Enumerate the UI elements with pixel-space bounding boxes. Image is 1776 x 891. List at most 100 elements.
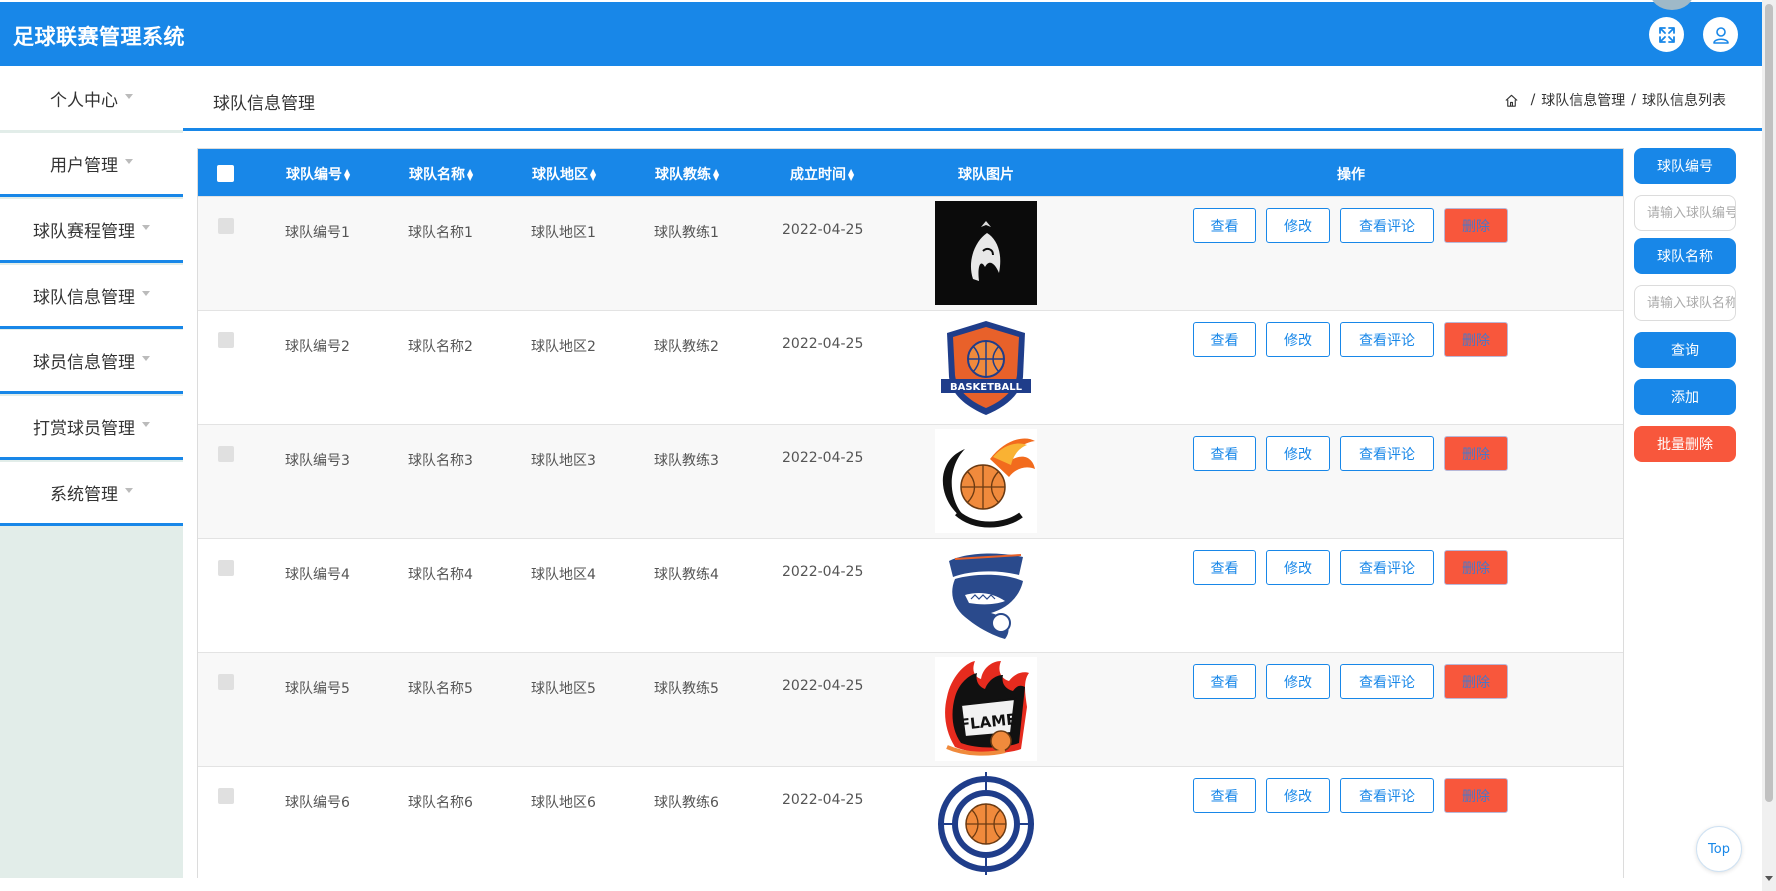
cell-team-region: 球队地区2 [531, 339, 596, 355]
header-decoration [1650, 0, 1694, 10]
team-logo-image [935, 771, 1037, 875]
sidebar-item-label: 球队赛程管理 [33, 222, 135, 242]
caret-down-icon [142, 225, 150, 230]
cell-team-region: 球队地区1 [531, 225, 596, 241]
table-row: 球队编号4 球队名称4 球队地区4 球队教练4 2022-04-25 查看 修改… [198, 538, 1623, 652]
sidebar-item-personal-center[interactable]: 个人中心 [0, 66, 183, 130]
edit-button[interactable]: 修改 [1266, 208, 1330, 243]
delete-button[interactable]: 删除 [1444, 550, 1508, 585]
cell-team-coach: 球队教练2 [654, 339, 719, 355]
sidebar-item-reward-management[interactable]: 打赏球员管理 [0, 396, 183, 460]
view-button[interactable]: 查看 [1193, 208, 1256, 243]
edit-button[interactable]: 修改 [1266, 322, 1330, 357]
cell-team-region: 球队地区6 [531, 795, 596, 811]
delete-button[interactable]: 删除 [1444, 208, 1508, 243]
cell-founded: 2022-04-25 [782, 564, 864, 580]
sidebar-item-team-info-management[interactable]: 球队信息管理 [0, 265, 183, 329]
row-checkbox[interactable] [218, 674, 234, 690]
batch-delete-button[interactable]: 批量删除 [1634, 426, 1736, 462]
sort-icon: ▲ ▼ [344, 167, 351, 182]
view-button[interactable]: 查看 [1193, 436, 1256, 471]
breadcrumb: / 球队信息管理 / 球队信息列表 [1504, 90, 1726, 110]
team-no-search-input[interactable] [1634, 195, 1736, 231]
cell-team-name: 球队名称1 [408, 225, 473, 241]
table-header: 球队编号 ▲ ▼ 球队名称 ▲ ▼ 球队地区 ▲ ▼ 球队教练 ▲ ▼ 成立时间 ▲ ▼ 球队图片 … [198, 149, 1623, 196]
cell-team-name: 球队名称6 [408, 795, 473, 811]
header-team-name[interactable]: 球队名称 ▲ ▼ [409, 164, 473, 184]
content-header: 球队信息管理 / 球队信息管理 / 球队信息列表 [183, 66, 1762, 131]
logo-text: BASKETBALL [950, 382, 1023, 393]
sidebar-item-system-management[interactable]: 系统管理 [0, 462, 183, 526]
edit-button[interactable]: 修改 [1266, 436, 1330, 471]
view-button[interactable]: 查看 [1193, 550, 1256, 585]
caret-down-icon [142, 356, 150, 361]
scrollbar-thumb[interactable] [1765, 4, 1773, 802]
sidebar-item-user-management[interactable]: 用户管理 [0, 133, 183, 197]
sort-icon: ▲ ▼ [713, 167, 720, 182]
user-avatar-button[interactable] [1703, 17, 1738, 52]
cell-team-name: 球队名称3 [408, 453, 473, 469]
caret-down-icon [125, 488, 133, 493]
header-team-no[interactable]: 球队编号 ▲ ▼ [286, 164, 350, 184]
cell-founded: 2022-04-25 [782, 678, 864, 694]
table-row: 球队编号5 球队名称5 球队地区5 球队教练5 2022-04-25 FLAME… [198, 652, 1623, 766]
breadcrumb-item: 球队信息列表 [1642, 93, 1726, 109]
team-name-search-input[interactable] [1634, 285, 1736, 321]
sidebar-item-label: 球员信息管理 [33, 353, 135, 373]
cell-team-coach: 球队教练5 [654, 681, 719, 697]
team-logo-image [935, 201, 1037, 305]
view-button[interactable]: 查看 [1193, 664, 1256, 699]
view-comments-button[interactable]: 查看评论 [1340, 664, 1434, 699]
header-team-region[interactable]: 球队地区 ▲ ▼ [532, 164, 596, 184]
sidebar-item-label: 用户管理 [50, 156, 118, 176]
page-bottom [0, 878, 1762, 891]
sidebar-item-schedule-management[interactable]: 球队赛程管理 [0, 199, 183, 263]
select-all-checkbox[interactable] [217, 165, 234, 182]
scroll-down-arrow-icon[interactable] [1765, 876, 1773, 881]
view-comments-button[interactable]: 查看评论 [1340, 550, 1434, 585]
cell-team-region: 球队地区5 [531, 681, 596, 697]
vertical-scrollbar[interactable] [1762, 0, 1776, 891]
breadcrumb-item[interactable]: 球队信息管理 [1541, 90, 1625, 110]
team-logo-image: BASKETBALL [935, 315, 1037, 419]
view-comments-button[interactable]: 查看评论 [1340, 322, 1434, 357]
sidebar-item-label: 打赏球员管理 [33, 419, 135, 439]
edit-button[interactable]: 修改 [1266, 778, 1330, 813]
query-button[interactable]: 查询 [1634, 332, 1736, 368]
row-checkbox[interactable] [218, 788, 234, 804]
view-button[interactable]: 查看 [1193, 322, 1256, 357]
cell-team-coach: 球队教练1 [654, 225, 719, 241]
cell-team-no: 球队编号3 [285, 453, 350, 469]
table-row: 球队编号1 球队名称1 球队地区1 球队教练1 2022-04-25 查看 修改… [198, 196, 1623, 310]
header-team-coach[interactable]: 球队教练 ▲ ▼ [655, 164, 719, 184]
delete-button[interactable]: 删除 [1444, 436, 1508, 471]
delete-button[interactable]: 删除 [1444, 664, 1508, 699]
header-team-image: 球队图片 [958, 167, 1014, 183]
view-comments-button[interactable]: 查看评论 [1340, 436, 1434, 471]
fullscreen-icon [1658, 26, 1675, 43]
add-button[interactable]: 添加 [1634, 379, 1736, 415]
delete-button[interactable]: 删除 [1444, 778, 1508, 813]
team-name-label: 球队名称 [1634, 238, 1736, 274]
fullscreen-button[interactable] [1649, 17, 1684, 52]
breadcrumb-separator: / [1631, 92, 1636, 108]
edit-button[interactable]: 修改 [1266, 550, 1330, 585]
home-icon[interactable] [1504, 93, 1519, 108]
view-comments-button[interactable]: 查看评论 [1340, 778, 1434, 813]
team-logo-image [935, 429, 1037, 533]
row-checkbox[interactable] [218, 218, 234, 234]
row-checkbox[interactable] [218, 560, 234, 576]
back-to-top-button[interactable]: Top [1696, 826, 1742, 872]
row-checkbox[interactable] [218, 446, 234, 462]
top-header: 足球联赛管理系统 [0, 0, 1762, 66]
view-button[interactable]: 查看 [1193, 778, 1256, 813]
cell-team-coach: 球队教练3 [654, 453, 719, 469]
header-founded[interactable]: 成立时间 ▲ ▼ [790, 164, 854, 184]
breadcrumb-separator: / [1530, 92, 1536, 108]
cell-founded: 2022-04-25 [782, 222, 864, 238]
sidebar-item-player-info-management[interactable]: 球员信息管理 [0, 330, 183, 394]
row-checkbox[interactable] [218, 332, 234, 348]
view-comments-button[interactable]: 查看评论 [1340, 208, 1434, 243]
delete-button[interactable]: 删除 [1444, 322, 1508, 357]
edit-button[interactable]: 修改 [1266, 664, 1330, 699]
